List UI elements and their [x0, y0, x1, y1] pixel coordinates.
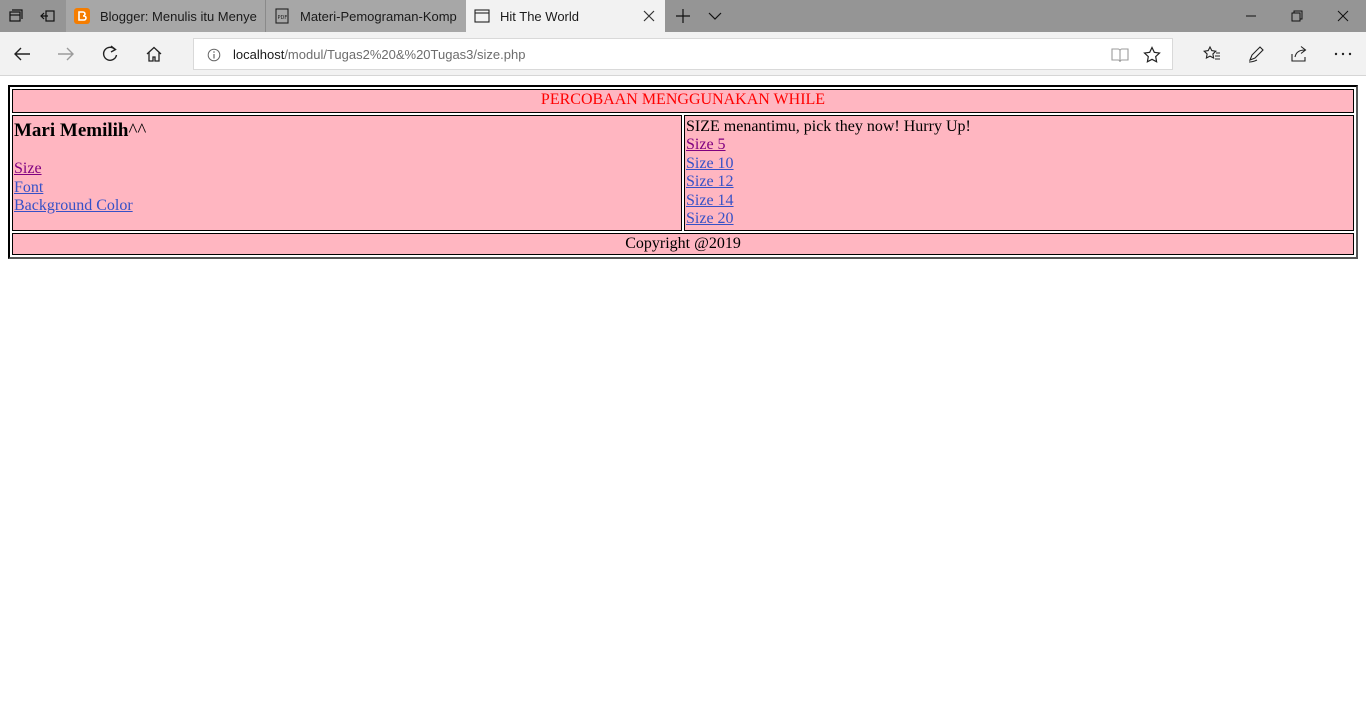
new-tab-icon[interactable] — [667, 0, 699, 32]
close-tab-icon[interactable] — [641, 8, 657, 24]
forward-icon[interactable] — [46, 34, 86, 74]
share-icon[interactable] — [1279, 34, 1319, 74]
info-icon[interactable] — [206, 47, 222, 63]
url-host: localhost — [233, 47, 285, 62]
close-window-icon[interactable] — [1320, 0, 1366, 32]
url-path: /modul/Tugas2%20&%20Tugas3/size.php — [284, 47, 526, 62]
more-icon[interactable] — [1323, 34, 1363, 74]
menu-title-text: Mari Memilih — [14, 120, 129, 141]
page-footer: Copyright @2019 — [12, 232, 1354, 255]
size-link-14[interactable]: Size 14 — [686, 192, 1352, 211]
menu-link-background-color[interactable]: Background Color — [14, 197, 680, 216]
size-link-12[interactable]: Size 12 — [686, 173, 1352, 192]
layout-table: PERCOBAAN MENGGUNAKAN WHILE Mari Memilih… — [8, 85, 1358, 259]
page-content: PERCOBAAN MENGGUNAKAN WHILE Mari Memilih… — [0, 77, 1366, 728]
tab-title: Materi-Pemograman-Komp — [300, 8, 457, 24]
menu-title: Mari Memilih^^ — [14, 120, 680, 142]
reading-view-icon[interactable] — [1110, 45, 1130, 65]
navigation-bar: localhost/modul/Tugas2%20&%20Tugas3/size… — [0, 32, 1366, 76]
tab-materi[interactable]: PDF Materi-Pemograman-Komp — [266, 0, 466, 32]
tab-actions-icon[interactable] — [0, 0, 32, 32]
tab-blogger[interactable]: Blogger: Menulis itu Menye — [66, 0, 265, 32]
tab-title: Hit The World — [500, 8, 579, 24]
refresh-icon[interactable] — [90, 34, 130, 74]
minimize-icon[interactable] — [1228, 0, 1274, 32]
set-aside-tabs-icon[interactable] — [32, 0, 64, 32]
pen-icon[interactable] — [1236, 34, 1276, 74]
tab-strip: Blogger: Menulis itu Menye PDF Materi-Pe… — [0, 0, 1366, 32]
size-link-5[interactable]: Size 5 — [686, 136, 1352, 155]
page-header: PERCOBAAN MENGGUNAKAN WHILE — [12, 89, 1354, 113]
size-link-20[interactable]: Size 20 — [686, 210, 1352, 229]
size-link-10[interactable]: Size 10 — [686, 155, 1352, 174]
intro-text: SIZE menantimu, pick they now! Hurry Up! — [686, 118, 971, 135]
content-cell: SIZE menantimu, pick they now! Hurry Up!… — [684, 115, 1354, 231]
svg-text:PDF: PDF — [278, 15, 288, 21]
menu-link-font[interactable]: Font — [14, 179, 680, 198]
restore-icon[interactable] — [1274, 0, 1320, 32]
tab-title: Blogger: Menulis itu Menye — [100, 8, 257, 24]
chevron-down-icon[interactable] — [699, 0, 731, 32]
url-text[interactable]: localhost/modul/Tugas2%20&%20Tugas3/size… — [233, 47, 525, 62]
tab-hit-the-world[interactable]: Hit The World — [466, 0, 665, 32]
favorites-hub-icon[interactable] — [1192, 34, 1232, 74]
address-bar[interactable]: localhost/modul/Tugas2%20&%20Tugas3/size… — [193, 38, 1173, 70]
back-icon[interactable] — [2, 34, 42, 74]
page-icon — [474, 8, 490, 24]
pdf-icon: PDF — [274, 8, 290, 24]
blogger-icon — [74, 8, 90, 24]
menu-cell: Mari Memilih^^ Size Font Background Colo… — [12, 115, 682, 231]
menu-link-size[interactable]: Size — [14, 160, 680, 179]
home-icon[interactable] — [134, 34, 174, 74]
menu-title-suffix: ^^ — [128, 120, 147, 141]
favorite-star-icon[interactable] — [1142, 45, 1162, 65]
